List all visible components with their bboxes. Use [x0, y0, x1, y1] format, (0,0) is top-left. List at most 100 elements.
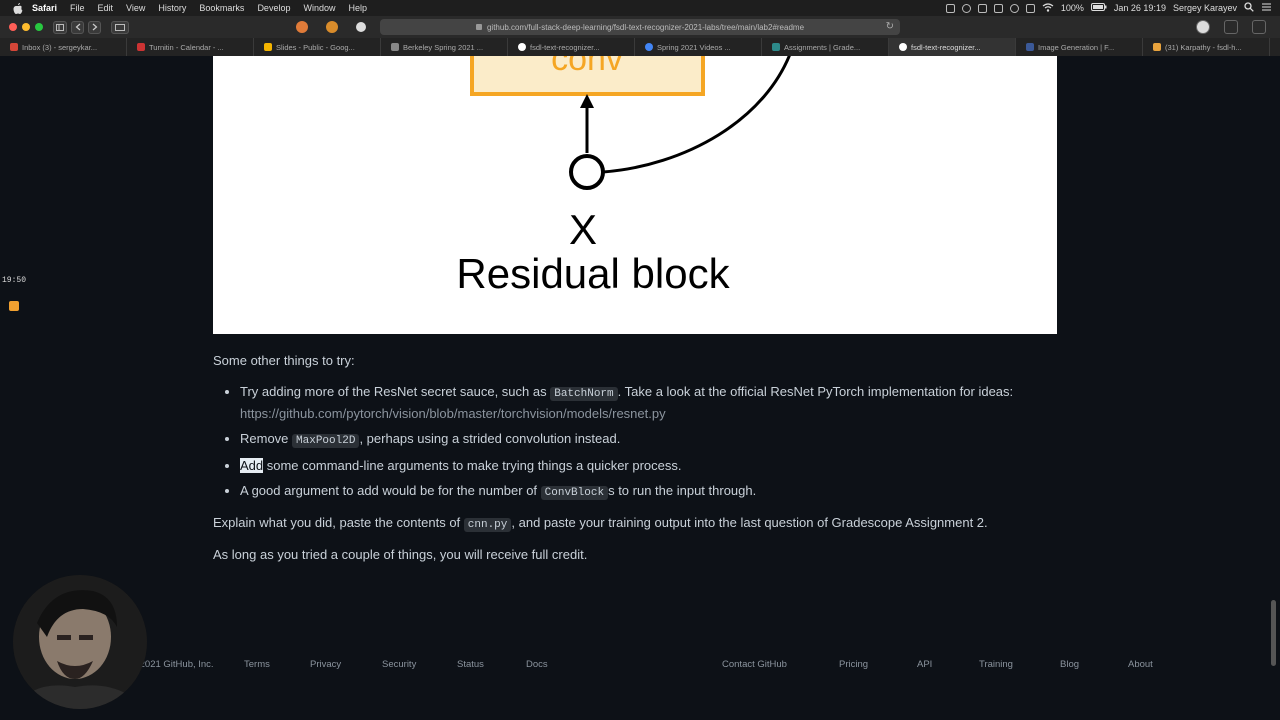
residual-block-diagram: conv X Residual block	[213, 34, 1057, 334]
tabs-icon	[115, 23, 125, 31]
menu-bookmarks[interactable]: Bookmarks	[199, 3, 244, 13]
footer-link-docs[interactable]: Docs	[526, 659, 548, 670]
address-bar[interactable]: github.com/full-stack-deep-learning/fsdl…	[380, 19, 900, 35]
arrow-head	[580, 94, 594, 108]
menu-bar: Safari File Edit View History Bookmarks …	[0, 0, 1280, 16]
browser-tab[interactable]: Slides - Public - Goog...	[254, 38, 381, 56]
footer-link-privacy[interactable]: Privacy	[310, 659, 341, 670]
page-icon	[1026, 43, 1034, 51]
status-icon[interactable]	[993, 3, 1003, 13]
page-icon	[391, 43, 399, 51]
footer-link-blog[interactable]: Blog	[1060, 659, 1079, 670]
slides-icon	[264, 43, 272, 51]
gradescope-icon	[772, 43, 780, 51]
intro-text: Some other things to try:	[213, 353, 355, 368]
page-scrollbar[interactable]	[1271, 600, 1276, 666]
gmail-icon	[10, 43, 18, 51]
extension-icon[interactable]	[296, 21, 308, 33]
status-icon[interactable]	[945, 3, 955, 13]
browser-toolbar: github.com/full-stack-deep-learning/fsdl…	[0, 16, 1280, 38]
list-item: A good argument to add would be for the …	[240, 481, 1057, 503]
browser-tab[interactable]: Spring 2021 Videos ...	[635, 38, 762, 56]
new-tab-icon[interactable]	[1252, 20, 1266, 34]
status-icon[interactable]	[1025, 3, 1035, 13]
footer-link-security[interactable]: Security	[382, 659, 416, 670]
footer-link-api[interactable]: API	[917, 659, 932, 670]
zoom-window-button[interactable]	[35, 23, 43, 31]
list-item: Remove MaxPool2D, perhaps using a stride…	[240, 429, 1057, 451]
battery-percent: 100%	[1060, 3, 1084, 13]
resnet-link[interactable]: https://github.com/pytorch/vision/blob/m…	[240, 406, 666, 421]
footer-link-terms[interactable]: Terms	[244, 659, 270, 670]
footer-link-training[interactable]: Training	[979, 659, 1013, 670]
browser-tab[interactable]: Turnitin - Calendar - ...	[127, 38, 254, 56]
menu-develop[interactable]: Develop	[257, 3, 290, 13]
browser-tab[interactable]: Image Generation | F...	[1016, 38, 1143, 56]
control-center-icon[interactable]	[1261, 2, 1272, 14]
footer-link-status[interactable]: Status	[457, 659, 484, 670]
sidebar-toggle-button[interactable]	[53, 20, 67, 34]
browser-tab[interactable]: fsdl-text-recognizer...	[508, 38, 635, 56]
status-icon[interactable]	[1009, 3, 1019, 13]
menu-app-name[interactable]: Safari	[32, 3, 57, 13]
status-icon[interactable]	[977, 3, 987, 13]
back-button[interactable]	[71, 20, 84, 34]
footer-link-contact[interactable]: Contact GitHub	[722, 659, 787, 670]
wifi-icon[interactable]	[1042, 2, 1054, 14]
apple-icon[interactable]	[12, 2, 24, 14]
footer-link-pricing[interactable]: Pricing	[839, 659, 868, 670]
user-name[interactable]: Sergey Karayev	[1173, 3, 1237, 13]
credit-text: As long as you tried a couple of things,…	[213, 547, 588, 562]
explain-text: Explain what you did, paste the contents…	[213, 515, 988, 532]
share-icon[interactable]	[1224, 20, 1238, 34]
google-icon	[645, 43, 653, 51]
tab-overview-button[interactable]	[111, 20, 129, 34]
page-footer: © 2021 GitHub, Inc. Terms Privacy Securi…	[0, 659, 1280, 673]
readme-content: Some other things to try: Try adding mor…	[213, 353, 1057, 562]
lock-icon	[475, 24, 482, 30]
menu-window[interactable]: Window	[303, 3, 335, 13]
inline-code: BatchNorm	[550, 387, 618, 401]
spotlight-icon[interactable]	[1244, 2, 1254, 14]
page-icon	[1153, 43, 1161, 51]
overlay-clock: 19:50	[2, 276, 27, 285]
menu-clock[interactable]: Jan 26 19:19	[1114, 3, 1166, 13]
browser-tab-active[interactable]: fsdl-text-recognizer...	[889, 38, 1016, 56]
browser-tab[interactable]: Assignments | Grade...	[762, 38, 889, 56]
conv-label: conv	[551, 56, 623, 78]
forward-button[interactable]	[88, 20, 101, 34]
selected-text: Add	[240, 458, 264, 473]
suggestion-list: Try adding more of the ResNet secret sau…	[213, 382, 1057, 503]
url-text[interactable]: github.com/full-stack-deep-learning/fsdl…	[487, 23, 804, 32]
status-icon[interactable]	[961, 3, 971, 13]
inline-code: ConvBlock	[540, 486, 609, 500]
list-item: Add some command-line arguments to make …	[240, 456, 1057, 476]
menu-history[interactable]: History	[158, 3, 186, 13]
extension-icon[interactable]	[326, 21, 338, 33]
minimize-window-button[interactable]	[22, 23, 30, 31]
menu-help[interactable]: Help	[348, 3, 367, 13]
menu-edit[interactable]: Edit	[98, 3, 114, 13]
list-item: Try adding more of the ResNet secret sau…	[240, 382, 1057, 424]
input-label: X	[569, 206, 597, 253]
sidebar-icon	[56, 23, 64, 31]
inline-code: cnn.py	[463, 518, 512, 532]
download-icon[interactable]	[1196, 20, 1210, 34]
calendar-icon	[137, 43, 145, 51]
tab-bar: Inbox (3) - sergeykar... Turnitin - Cale…	[0, 38, 1280, 56]
browser-tab[interactable]: Berkeley Spring 2021 ...	[381, 38, 508, 56]
reload-icon[interactable]: ↻	[886, 21, 894, 32]
close-window-button[interactable]	[9, 23, 17, 31]
chevron-left-icon	[75, 23, 80, 31]
app-badge-icon[interactable]	[9, 301, 19, 311]
browser-tab[interactable]: (31) Karpathy - fsdl-h...	[1143, 38, 1270, 56]
github-icon	[899, 43, 907, 51]
input-node	[569, 154, 605, 190]
battery-icon[interactable]	[1090, 3, 1107, 13]
github-icon	[518, 43, 526, 51]
privacy-shield-icon[interactable]	[356, 22, 366, 32]
browser-tab[interactable]: Inbox (3) - sergeykar...	[0, 38, 127, 56]
menu-file[interactable]: File	[70, 3, 85, 13]
footer-link-about[interactable]: About	[1128, 659, 1153, 670]
menu-view[interactable]: View	[126, 3, 145, 13]
